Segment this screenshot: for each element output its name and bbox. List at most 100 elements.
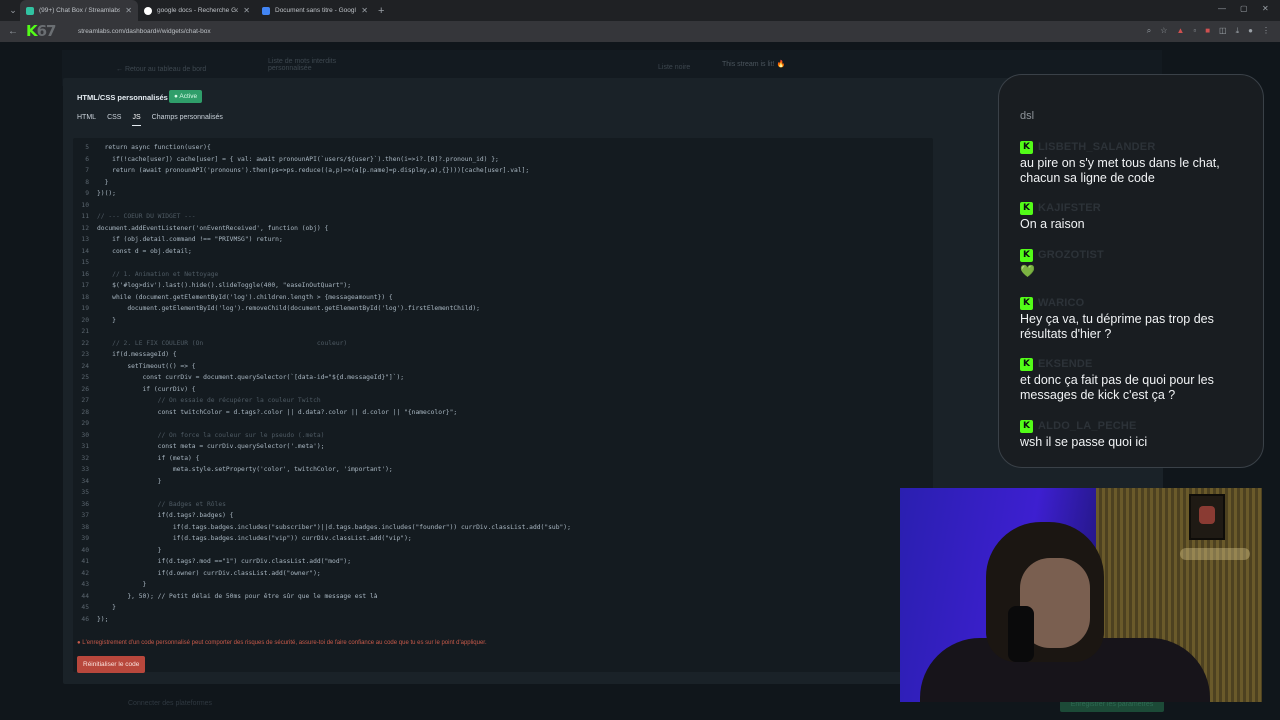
- code-line[interactable]: 6 if(!cache[user]) cache[user] = { val: …: [73, 154, 933, 166]
- tab-google-docs[interactable]: Document sans titre - Google Docs ✕: [256, 0, 374, 21]
- code-line[interactable]: 19 document.getElementById('log').remove…: [73, 303, 933, 315]
- chat-message: K WARICO Hey ça va, tu déprime pas trop d…: [1020, 296, 1258, 342]
- code-text: })();: [97, 190, 116, 197]
- close-icon[interactable]: ✕: [361, 6, 368, 15]
- code-line[interactable]: 8 }: [73, 177, 933, 189]
- close-icon[interactable]: ✕: [243, 6, 250, 15]
- code-line[interactable]: 37 if(d.tags?.badges) {: [73, 510, 933, 522]
- code-line[interactable]: 27 // On essaie de récupérer la couleur …: [73, 395, 933, 407]
- code-line[interactable]: 38 if(d.tags.badges.includes("subscriber…: [73, 522, 933, 534]
- chat-message: K LISBETH_SALANDER au pire on s'y met tou…: [1020, 140, 1258, 186]
- minimize-icon[interactable]: —: [1218, 4, 1226, 13]
- code-line[interactable]: 15: [73, 257, 933, 269]
- code-text: }, 50); // Petit délai de 50ms pour être…: [97, 592, 378, 600]
- code-line[interactable]: 11 // --- COEUR DU WIDGET ---: [73, 211, 933, 223]
- microphone: [1008, 606, 1034, 662]
- code-line[interactable]: 29: [73, 418, 933, 430]
- line-number: 16: [81, 270, 89, 278]
- tab-google-search[interactable]: google docs - Recherche Google ✕: [138, 0, 256, 21]
- zoom-icon[interactable]: ⌕: [1147, 26, 1151, 36]
- tab-css[interactable]: CSS: [107, 114, 121, 126]
- webcam-feed: [900, 488, 1262, 702]
- reset-code-button[interactable]: Réinitialiser le code: [77, 656, 146, 673]
- code-line[interactable]: 9})();: [73, 188, 933, 200]
- code-line[interactable]: 34 }: [73, 476, 933, 488]
- code-line[interactable]: 25 const currDiv = document.querySelecto…: [73, 372, 933, 384]
- back-arrow-icon[interactable]: ←: [8, 26, 18, 37]
- extension-icon[interactable]: ▲: [1176, 26, 1184, 36]
- code-line[interactable]: 13 if (obj.detail.command !== "PRIVMSG")…: [73, 234, 933, 246]
- chat-username: EKSENDE: [1038, 358, 1093, 370]
- chat-message-text: et donc ça fait pas de quoi pour les mes…: [1020, 373, 1214, 402]
- code-editor[interactable]: 5 return async function(user){6 if(!cach…: [73, 138, 933, 672]
- code-line[interactable]: 26 if (currDiv) {: [73, 384, 933, 396]
- code-line[interactable]: 46});: [73, 614, 933, 626]
- code-line[interactable]: 28 const twitchColor = d.tags?.color || …: [73, 407, 933, 419]
- kick-badge-icon: K: [1020, 140, 1033, 154]
- back-to-dashboard-link[interactable]: ← Retour au tableau de bord: [116, 66, 206, 73]
- code-tabs: HTML CSS JS Champs personnalisés: [77, 114, 223, 126]
- code-line[interactable]: 18 while (document.getElementById('log')…: [73, 292, 933, 304]
- code-line[interactable]: 14 const d = obj.detail;: [73, 246, 933, 258]
- code-line[interactable]: 42 if(d.owner) currDiv.classList.add("ow…: [73, 568, 933, 580]
- code-line[interactable]: 17 $('#log>div').last().hide().slideTogg…: [73, 280, 933, 292]
- code-line[interactable]: 43 }: [73, 579, 933, 591]
- tab-search-icon[interactable]: ⌄: [6, 4, 20, 18]
- code-text: // Badges et Rôles: [97, 500, 226, 508]
- code-line[interactable]: 5 return async function(user){: [73, 142, 933, 154]
- tab-html[interactable]: HTML: [77, 114, 96, 126]
- new-tab-icon[interactable]: +: [378, 5, 384, 17]
- code-line[interactable]: 20 }: [73, 315, 933, 327]
- code-line[interactable]: 33 meta.style.setProperty('color', twitc…: [73, 464, 933, 476]
- line-number: 19: [81, 305, 89, 312]
- blacklist-label: Liste noire: [658, 64, 691, 71]
- code-line[interactable]: 21: [73, 326, 933, 338]
- tab-custom-fields[interactable]: Champs personnalisés: [152, 114, 223, 126]
- download-icon[interactable]: ⤓: [1236, 26, 1240, 36]
- code-line[interactable]: 16 // 1. Animation et Nettoyage: [73, 269, 933, 281]
- code-line[interactable]: 24 setTimeout(() => {: [73, 361, 933, 373]
- code-line[interactable]: 32 if (meta) {: [73, 453, 933, 465]
- code-line[interactable]: 45 }: [73, 602, 933, 614]
- code-line[interactable]: 10: [73, 200, 933, 212]
- extension-icon[interactable]: ▫: [1193, 26, 1196, 36]
- bookmark-star-icon[interactable]: ☆: [1160, 26, 1167, 36]
- code-line[interactable]: 30 // On force la couleur sur le pseudo …: [73, 430, 933, 442]
- kick-badge-icon: K: [1020, 419, 1033, 433]
- code-line[interactable]: 35: [73, 487, 933, 499]
- code-text: const twitchColor = d.tags?.color || d.d…: [97, 408, 458, 416]
- tab-title: google docs - Recherche Google: [157, 7, 239, 14]
- chat-message-text: au pire on s'y met tous dans le chat, ch…: [1020, 156, 1220, 185]
- code-line[interactable]: 44 }, 50); // Petit délai de 50ms pour ê…: [73, 591, 933, 603]
- extension-icon[interactable]: ■: [1205, 26, 1210, 36]
- code-line[interactable]: 22 // 2. LE FIX COULEUR (On couleur): [73, 338, 933, 350]
- profile-icon[interactable]: ●: [1248, 26, 1253, 36]
- line-number: 46: [81, 615, 89, 623]
- line-number: 31: [81, 443, 89, 450]
- line-number: 15: [81, 259, 89, 266]
- line-number: 45: [81, 604, 89, 611]
- close-icon[interactable]: ✕: [125, 6, 132, 15]
- kick-badge-icon: K: [1020, 357, 1033, 371]
- tab-js[interactable]: JS: [132, 114, 141, 126]
- code-line[interactable]: 12 document.addEventListener('onEventRece…: [73, 223, 933, 235]
- connect-platforms-link[interactable]: Connecter des plateformes: [128, 700, 212, 707]
- code-line[interactable]: 23 if(d.messageId) {: [73, 349, 933, 361]
- maximize-icon[interactable]: ▢: [1240, 4, 1248, 13]
- tab-streamlabs[interactable]: (99+) Chat Box / Streamlabs ✕: [20, 0, 138, 21]
- code-line[interactable]: 31 const meta = currDiv.querySelector('.…: [73, 441, 933, 453]
- url-field[interactable]: streamlabs.com/dashboard#/widgets/chat-b…: [78, 28, 211, 35]
- close-window-icon[interactable]: ✕: [1262, 4, 1269, 13]
- code-line[interactable]: 41 if(d.tags?.mod =="1") currDiv.classLi…: [73, 556, 933, 568]
- code-text: return (await pronounAPI('pronouns').the…: [97, 167, 530, 174]
- code-line[interactable]: 36 // Badges et Rôles: [73, 499, 933, 511]
- code-line[interactable]: 39 if(d.tags.badges.includes("vip")) cur…: [73, 533, 933, 545]
- code-line[interactable]: 7 return (await pronounAPI('pronouns').t…: [73, 165, 933, 177]
- stream-logo: K67: [26, 22, 56, 40]
- extensions-puzzle-icon[interactable]: ◫: [1219, 26, 1227, 36]
- code-text: }: [97, 581, 147, 588]
- menu-kebab-icon[interactable]: ⋮: [1262, 26, 1270, 36]
- code-line[interactable]: 40 }: [73, 545, 933, 557]
- line-number: 17: [81, 282, 89, 289]
- code-text: document.addEventListener('onEventReceiv…: [97, 224, 329, 232]
